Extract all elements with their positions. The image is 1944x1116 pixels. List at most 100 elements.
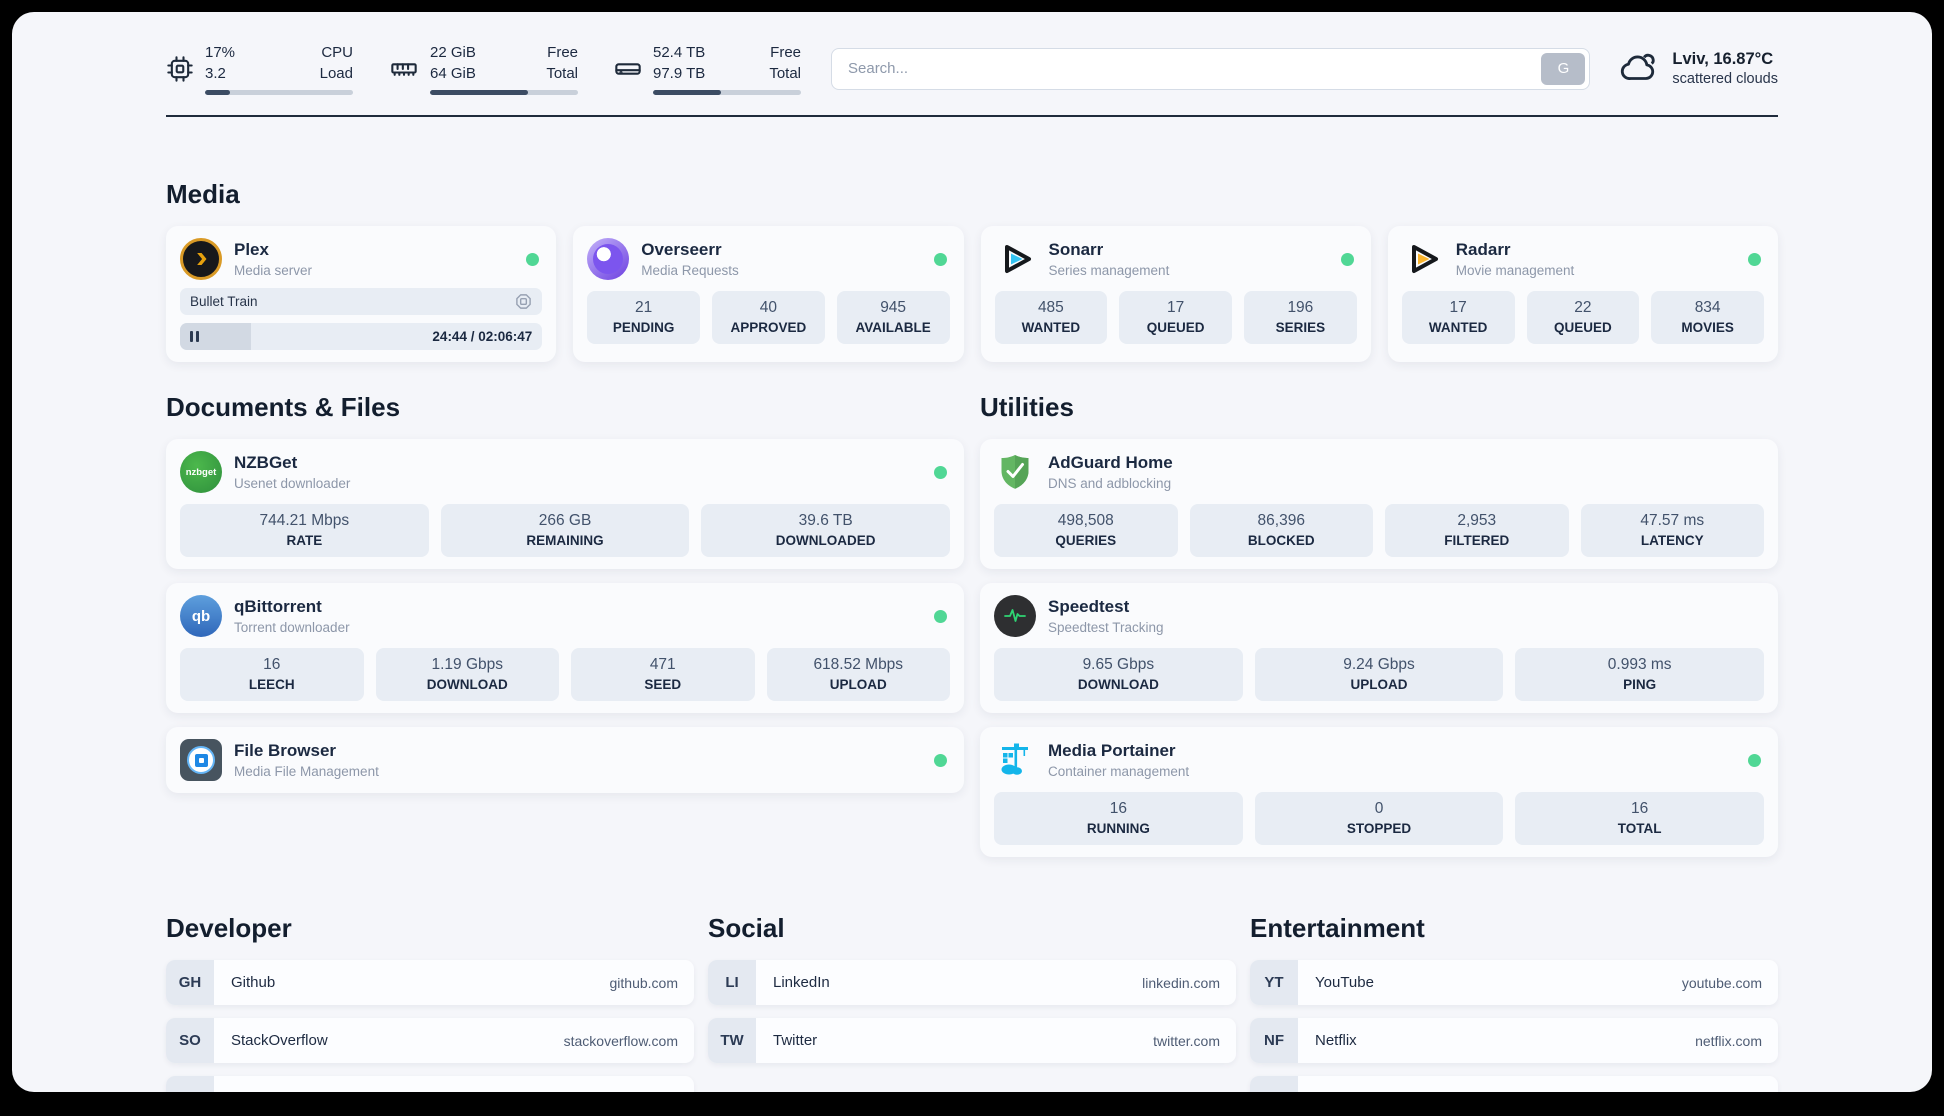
stat-pill: 40 APPROVED: [712, 291, 825, 344]
app-subtitle: Speedtest Tracking: [1048, 620, 1164, 635]
stat-pill: 196 SERIES: [1244, 291, 1357, 344]
app-subtitle: Container management: [1048, 764, 1190, 779]
stat-pill: 498,508 QUERIES: [994, 504, 1178, 557]
ram-icon: [389, 55, 419, 83]
app-card-speedtest[interactable]: Speedtest Speedtest Tracking 9.65 Gbps D…: [980, 583, 1778, 713]
app-subtitle: Movie management: [1455, 263, 1575, 278]
weather-widget: Lviv, 16.87°C scattered clouds: [1620, 49, 1778, 88]
top-bar: 17% 3.2 CPU Load 22 GiB 64 GiB Free Tota…: [166, 42, 1778, 95]
bookmark-badge: LI: [708, 960, 756, 1005]
bookmark-url: github.com: [609, 974, 678, 991]
system-stats: 17% 3.2 CPU Load 22 GiB 64 GiB Free Tota…: [166, 42, 801, 95]
bookmark-name: Github: [231, 974, 276, 991]
app-subtitle: Series management: [1048, 263, 1170, 278]
plex-icon: [180, 238, 222, 280]
bookmark-twitter[interactable]: TW Twitter twitter.com: [708, 1018, 1236, 1063]
status-dot: [1748, 753, 1761, 767]
app-card-plex[interactable]: Plex Media server Bullet Train 24:44 / 0…: [166, 226, 557, 362]
stat-pill: 86,396 BLOCKED: [1189, 504, 1373, 557]
speedtest-icon: [994, 595, 1036, 637]
bookmark-reddit[interactable]: RE Reddit reddit.com: [1250, 1076, 1778, 1092]
app-card-filebrowser[interactable]: File Browser Media File Management: [166, 727, 964, 793]
stat-pill: 744.21 Mbps RATE: [180, 504, 429, 557]
stat-pill: 945 AVAILABLE: [836, 291, 950, 344]
bookmark-name: YouTube: [1315, 974, 1374, 991]
stat-pill: 21 PENDING: [587, 291, 700, 344]
bookmark-badge: GH: [166, 960, 214, 1005]
status-dot: [934, 465, 947, 479]
app-title: File Browser: [234, 741, 337, 760]
status-dot: [934, 753, 947, 767]
stat-pill: 471 SEED: [571, 648, 755, 701]
bookmark-stackoverflow[interactable]: SO StackOverflow stackoverflow.com: [166, 1018, 694, 1063]
section-heading-developer: Developer: [166, 913, 292, 943]
weather-location-temp: Lviv, 16.87°C: [1672, 50, 1774, 68]
section-heading-entertainment: Entertainment: [1250, 913, 1425, 943]
stat-pill: 16 RUNNING: [994, 792, 1243, 845]
qbittorrent-icon: qb: [180, 595, 222, 637]
bookmark-dev[interactable]: DT DEV dev.to: [166, 1076, 694, 1092]
bookmark-group-developer: Developer GH Github github.com SO StackO…: [166, 913, 694, 1092]
overseerr-icon: [587, 238, 630, 280]
memory-stat: 22 GiB 64 GiB Free Total: [389, 42, 578, 95]
app-card-radarr[interactable]: Radarr Movie management 17 WANTED 22 QUE…: [1387, 226, 1778, 362]
app-subtitle: DNS and adblocking: [1048, 476, 1172, 491]
header-divider: [166, 115, 1778, 117]
bookmark-name: Reddit: [1315, 1090, 1358, 1092]
search-input[interactable]: [831, 47, 1591, 90]
section-heading-social: Social: [708, 913, 785, 943]
app-subtitle: Torrent downloader: [234, 620, 350, 635]
weather-condition: scattered clouds: [1672, 71, 1778, 87]
dashboard-panel: 17% 3.2 CPU Load 22 GiB 64 GiB Free Tota…: [12, 12, 1932, 1092]
bookmark-url: netflix.com: [1695, 1032, 1762, 1049]
stat-pill: 17 QUEUED: [1119, 291, 1232, 344]
cpu-stat: 17% 3.2 CPU Load: [166, 42, 353, 95]
app-title: Overseerr: [641, 240, 722, 259]
bookmark-linkedin[interactable]: LI LinkedIn linkedin.com: [708, 960, 1236, 1005]
nzbget-icon: nzbget: [180, 451, 222, 493]
search-engine-button[interactable]: G: [1541, 52, 1586, 85]
app-title: NZBGet: [234, 453, 298, 472]
bookmark-github[interactable]: GH Github github.com: [166, 960, 694, 1005]
app-card-sonarr[interactable]: Sonarr Series management 485 WANTED 17 Q…: [980, 226, 1371, 362]
stat-pill: 16 TOTAL: [1515, 792, 1765, 845]
app-card-qbittorrent[interactable]: qb qBittorrent Torrent downloader 16 LEE…: [166, 583, 964, 713]
app-card-nzbget[interactable]: nzbget NZBGet Usenet downloader 744.21 M…: [166, 439, 964, 569]
bookmark-group-entertainment: Entertainment YT YouTube youtube.com NF …: [1250, 913, 1778, 1092]
bookmark-url: stackoverflow.com: [563, 1032, 678, 1049]
cpu-icon: [166, 55, 194, 83]
playback-time: 24:44 / 02:06:47: [432, 329, 533, 344]
stat-pill: 9.65 Gbps DOWNLOAD: [994, 648, 1243, 701]
bookmark-url: twitter.com: [1153, 1032, 1220, 1049]
app-card-adguard[interactable]: AdGuard Home DNS and adblocking 498,508 …: [980, 439, 1778, 569]
pause-icon[interactable]: [190, 331, 199, 342]
cpu-values: 17% 3.2: [205, 44, 236, 82]
memory-labels: Free Total: [546, 44, 578, 82]
stat-pill: 0.993 ms PING: [1515, 648, 1765, 701]
app-subtitle: Media File Management: [234, 764, 379, 779]
app-title: Speedtest: [1048, 597, 1130, 616]
app-card-overseerr[interactable]: Overseerr Media Requests 21 PENDING 40 A…: [573, 226, 964, 362]
search-bar: G: [831, 47, 1591, 90]
app-subtitle: Media Requests: [641, 263, 739, 278]
stat-pill: 0 STOPPED: [1254, 792, 1504, 845]
section-heading-documents: Documents & Files: [166, 392, 401, 422]
bookmark-netflix[interactable]: NF Netflix netflix.com: [1250, 1018, 1778, 1063]
bookmark-badge: DT: [166, 1076, 214, 1092]
bookmark-name: StackOverflow: [231, 1032, 328, 1049]
stat-pill: 39.6 TB DOWNLOADED: [701, 504, 951, 557]
bookmark-youtube[interactable]: YT YouTube youtube.com: [1250, 960, 1778, 1005]
stat-pill: 47.57 ms LATENCY: [1580, 504, 1764, 557]
memory-values: 22 GiB 64 GiB: [430, 44, 476, 82]
cpu-labels: CPU Load: [319, 44, 353, 82]
bookmark-badge: SO: [166, 1018, 214, 1063]
app-card-portainer[interactable]: Media Portainer Container management 16 …: [980, 727, 1778, 857]
sonarr-icon: [995, 238, 1037, 280]
radarr-icon: [1402, 238, 1444, 280]
app-title: qBittorrent: [234, 597, 322, 616]
bookmark-badge: RE: [1250, 1076, 1298, 1092]
app-title: Radarr: [1455, 240, 1511, 259]
bookmark-badge: YT: [1250, 960, 1298, 1005]
section-heading-utilities: Utilities: [980, 392, 1074, 422]
disk-stat: 52.4 TB 97.9 TB Free Total: [614, 42, 801, 95]
